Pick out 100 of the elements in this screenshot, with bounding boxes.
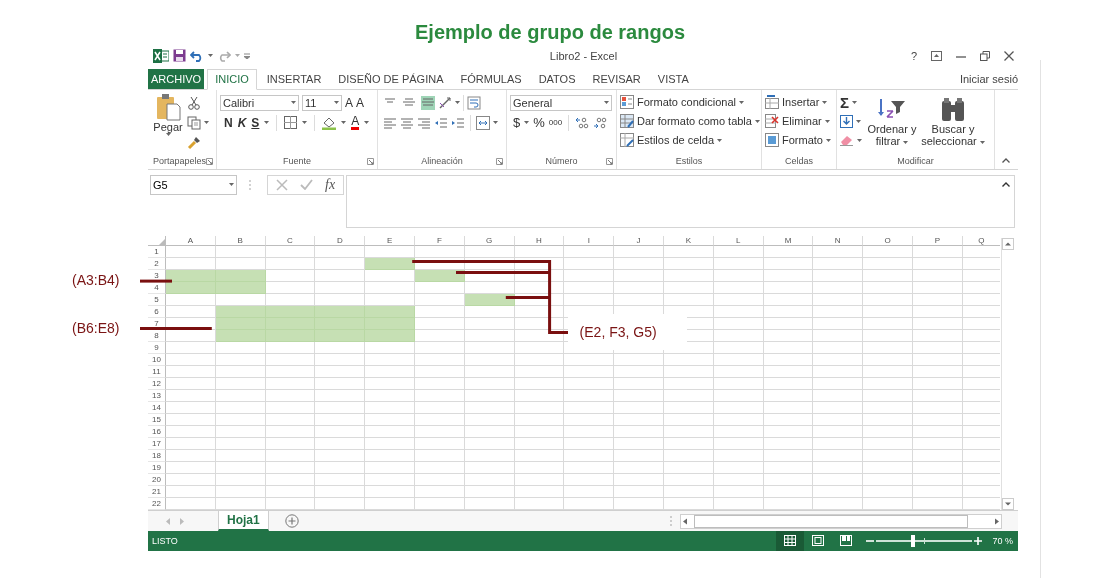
- zoom-out-icon[interactable]: [866, 537, 875, 545]
- table-cell[interactable]: [215, 413, 266, 426]
- table-cell[interactable]: [365, 401, 415, 414]
- scroll-right-icon[interactable]: [992, 516, 1001, 526]
- table-cell[interactable]: [763, 485, 814, 498]
- table-cell[interactable]: [763, 245, 814, 258]
- table-cell[interactable]: [813, 401, 864, 414]
- table-cell[interactable]: [863, 329, 913, 342]
- table-cell[interactable]: [614, 377, 664, 390]
- table-cell[interactable]: [415, 425, 465, 438]
- column-header[interactable]: A: [166, 235, 216, 246]
- table-cell[interactable]: [415, 485, 465, 498]
- table-cell[interactable]: [315, 497, 366, 510]
- table-cell[interactable]: [215, 377, 266, 390]
- table-cell[interactable]: [863, 485, 913, 498]
- table-cell[interactable]: [763, 389, 814, 402]
- fill-down-icon[interactable]: [840, 114, 853, 128]
- column-header[interactable]: J: [614, 235, 664, 246]
- table-cell[interactable]: [166, 257, 216, 270]
- table-cell[interactable]: [315, 437, 366, 450]
- table-cell[interactable]: [464, 389, 515, 402]
- align-bottom-icon[interactable]: [421, 95, 435, 110]
- table-cell[interactable]: [663, 353, 714, 366]
- bold-button[interactable]: N: [224, 115, 233, 130]
- table-cell[interactable]: [514, 401, 565, 414]
- table-cell[interactable]: [315, 461, 366, 474]
- table-cell[interactable]: [464, 329, 515, 342]
- table-cell[interactable]: [365, 245, 415, 258]
- table-cell[interactable]: [514, 353, 565, 366]
- zoom-in-icon[interactable]: [974, 537, 983, 545]
- table-cell[interactable]: [763, 413, 814, 426]
- table-cell[interactable]: [663, 401, 714, 414]
- scroll-down-icon[interactable]: [1002, 498, 1014, 511]
- table-cell[interactable]: [315, 269, 366, 282]
- table-cell[interactable]: [415, 497, 465, 510]
- table-cell[interactable]: [813, 425, 864, 438]
- table-cell[interactable]: [315, 449, 366, 462]
- table-cell[interactable]: [713, 389, 764, 402]
- table-cell[interactable]: [514, 449, 565, 462]
- table-cell[interactable]: [166, 305, 216, 318]
- column-header[interactable]: K: [663, 235, 714, 246]
- table-cell[interactable]: [215, 473, 266, 486]
- table-cell[interactable]: [912, 329, 963, 342]
- table-cell[interactable]: [564, 437, 615, 450]
- table-cell[interactable]: [514, 473, 565, 486]
- table-cell[interactable]: [564, 377, 615, 390]
- table-cell[interactable]: [863, 341, 913, 354]
- table-cell[interactable]: [514, 497, 565, 510]
- table-cell[interactable]: [215, 353, 266, 366]
- table-cell[interactable]: [514, 461, 565, 474]
- table-cell[interactable]: [912, 305, 963, 318]
- table-cell[interactable]: [813, 389, 864, 402]
- undo-icon[interactable]: [190, 49, 204, 62]
- help-button[interactable]: ?: [910, 49, 917, 62]
- table-cell[interactable]: [713, 305, 764, 318]
- table-cell[interactable]: [514, 389, 565, 402]
- decrease-decimal-icon[interactable]: [593, 116, 608, 129]
- caret-icon[interactable]: [852, 100, 857, 104]
- currency-button[interactable]: $: [513, 115, 521, 131]
- font-color-button[interactable]: A: [351, 115, 360, 130]
- table-cell[interactable]: [415, 401, 465, 414]
- table-cell[interactable]: [365, 341, 415, 354]
- table-cell[interactable]: [365, 281, 415, 294]
- table-cell[interactable]: [813, 413, 864, 426]
- table-cell[interactable]: [614, 389, 664, 402]
- table-cell[interactable]: [415, 257, 465, 270]
- table-cell[interactable]: [365, 437, 415, 450]
- table-cell[interactable]: [763, 257, 814, 270]
- table-cell[interactable]: [166, 353, 216, 366]
- column-header[interactable]: L: [713, 235, 764, 246]
- table-cell[interactable]: [464, 425, 515, 438]
- table-cell[interactable]: [813, 449, 864, 462]
- table-cell[interactable]: [813, 281, 864, 294]
- table-cell[interactable]: [514, 329, 565, 342]
- table-cell[interactable]: [415, 365, 465, 378]
- table-cell[interactable]: [415, 413, 465, 426]
- table-cell[interactable]: [166, 293, 216, 306]
- table-cell[interactable]: [315, 365, 366, 378]
- collapse-ribbon-icon[interactable]: [1002, 157, 1010, 163]
- column-header[interactable]: I: [564, 235, 615, 246]
- table-cell[interactable]: [614, 437, 664, 450]
- table-cell[interactable]: [514, 281, 565, 294]
- table-cell[interactable]: [514, 269, 565, 282]
- table-cell[interactable]: [663, 437, 714, 450]
- table-cell[interactable]: [415, 377, 465, 390]
- table-cell[interactable]: [912, 353, 963, 366]
- table-cell[interactable]: [614, 281, 664, 294]
- dialog-launcher-icon[interactable]: [206, 157, 213, 165]
- italic-button[interactable]: K: [237, 115, 247, 130]
- table-cell[interactable]: [713, 353, 764, 366]
- table-cell[interactable]: [564, 497, 615, 510]
- table-cell[interactable]: [763, 473, 814, 486]
- table-cell[interactable]: [863, 389, 913, 402]
- table-cell[interactable]: [713, 281, 764, 294]
- table-cell[interactable]: [912, 461, 963, 474]
- table-cell[interactable]: [315, 281, 366, 294]
- table-cell[interactable]: [265, 437, 316, 450]
- table-cell[interactable]: [315, 293, 366, 306]
- column-header[interactable]: G: [464, 235, 515, 246]
- table-cell[interactable]: [564, 461, 615, 474]
